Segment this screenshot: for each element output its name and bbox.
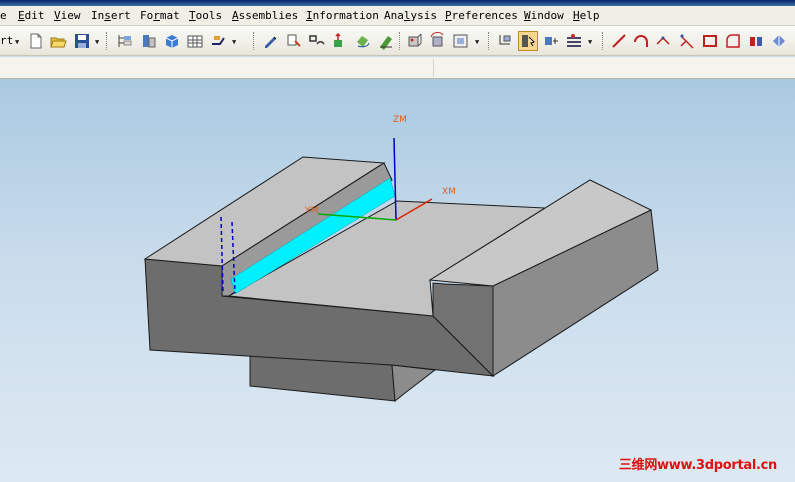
menu-file[interactable]: e bbox=[0, 9, 7, 22]
xm-axis-label: XM bbox=[442, 187, 456, 197]
sketch-icon[interactable] bbox=[308, 32, 326, 50]
zm-axis-label: ZM bbox=[393, 115, 407, 125]
menu-tools[interactable]: Tools bbox=[189, 9, 222, 22]
start-menu-button[interactable]: rt bbox=[0, 34, 13, 47]
assembly-icon[interactable] bbox=[140, 32, 158, 50]
features-icon[interactable] bbox=[210, 32, 228, 50]
chevron-down-icon[interactable]: ▼ bbox=[95, 39, 101, 46]
part-navigator-icon[interactable] bbox=[116, 32, 134, 50]
layer-icon[interactable] bbox=[565, 32, 583, 50]
menu-window[interactable]: Window bbox=[524, 9, 564, 22]
rotate-view-icon[interactable] bbox=[429, 32, 447, 50]
wcs-icon[interactable] bbox=[496, 32, 514, 50]
edit-feature-icon[interactable] bbox=[262, 32, 280, 50]
rectangle-icon[interactable] bbox=[701, 32, 719, 50]
menu-preferences[interactable]: Preferences bbox=[445, 9, 518, 22]
open-icon[interactable] bbox=[49, 32, 67, 50]
toolbar-separator bbox=[106, 32, 108, 50]
edit-sketch-icon[interactable] bbox=[377, 32, 395, 50]
menu-assemblies[interactable]: Assemblies bbox=[232, 9, 298, 22]
part-model[interactable]: ZM XM YM bbox=[0, 79, 795, 482]
menu-help[interactable]: Help bbox=[573, 9, 600, 22]
feature-param-icon[interactable] bbox=[285, 32, 303, 50]
chevron-down-icon[interactable]: ▼ bbox=[475, 39, 481, 46]
revolve-icon[interactable] bbox=[354, 32, 372, 50]
table-icon[interactable] bbox=[186, 32, 204, 50]
toolbar-separator bbox=[488, 32, 490, 50]
block-icon[interactable] bbox=[163, 32, 181, 50]
view-orient-icon[interactable] bbox=[406, 32, 424, 50]
point-icon[interactable] bbox=[655, 32, 673, 50]
graphics-viewport[interactable]: ZM XM YM 三维网www.3dportal.cn bbox=[0, 79, 795, 482]
selection-filter-icon[interactable] bbox=[518, 31, 538, 51]
menu-analysis[interactable]: Analysis bbox=[384, 9, 437, 22]
selection-bar bbox=[0, 57, 795, 79]
toolbar-separator bbox=[399, 32, 401, 50]
menu-format[interactable]: Format bbox=[140, 9, 180, 22]
chevron-down-icon[interactable]: ▼ bbox=[15, 39, 21, 46]
toolbar-separator bbox=[433, 59, 434, 77]
fit-view-icon[interactable] bbox=[452, 32, 470, 50]
new-icon[interactable] bbox=[27, 32, 45, 50]
main-toolbar: rt ▼ ▼ ▼ ▼ ▼ bbox=[0, 26, 795, 56]
mirror-icon[interactable] bbox=[747, 32, 765, 50]
fillet-icon[interactable] bbox=[724, 32, 742, 50]
menu-information[interactable]: Information bbox=[306, 9, 379, 22]
snap-point-icon[interactable] bbox=[542, 32, 560, 50]
menu-bar: e Edit View Insert Format Tools Assembli… bbox=[0, 6, 795, 26]
menu-view[interactable]: View bbox=[54, 9, 81, 22]
save-icon[interactable] bbox=[73, 32, 91, 50]
chevron-down-icon[interactable]: ▼ bbox=[232, 39, 238, 46]
menu-edit[interactable]: Edit bbox=[18, 9, 45, 22]
extrude-icon[interactable] bbox=[331, 32, 349, 50]
render-icon[interactable] bbox=[770, 32, 788, 50]
bottom-rail-side-face bbox=[391, 364, 437, 402]
line-icon[interactable] bbox=[610, 32, 628, 50]
arc-icon[interactable] bbox=[632, 32, 650, 50]
toolbar-separator bbox=[602, 32, 604, 50]
toolbar-separator bbox=[253, 32, 255, 50]
chevron-down-icon[interactable]: ▼ bbox=[588, 39, 594, 46]
trim-icon[interactable] bbox=[678, 32, 696, 50]
menu-insert[interactable]: Insert bbox=[91, 9, 131, 22]
watermark: 三维网www.3dportal.cn bbox=[618, 458, 777, 473]
ym-axis-label: YM bbox=[304, 206, 318, 216]
